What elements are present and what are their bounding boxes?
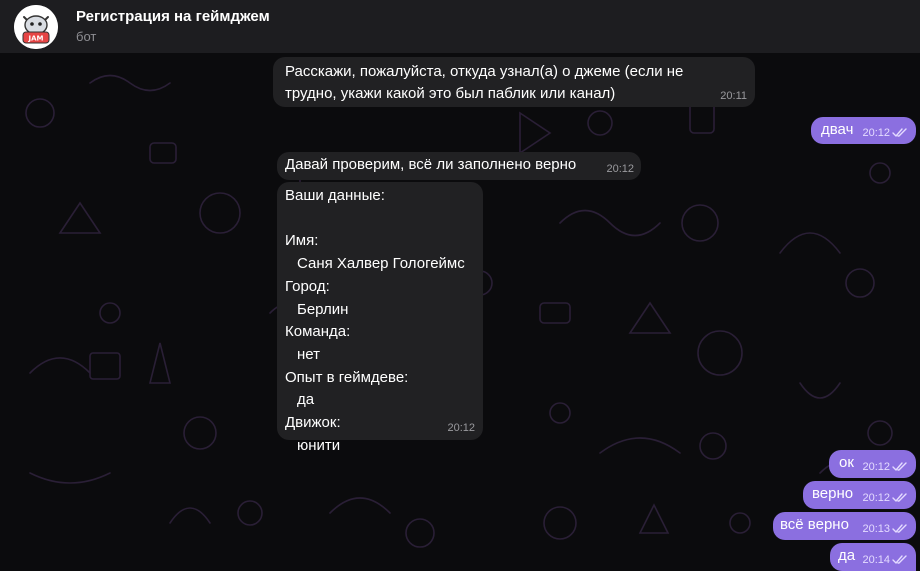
summary-field-value-name: Саня Халвер Гологеймс bbox=[297, 255, 465, 273]
incoming-message[interactable]: Давай проверим, всё ли заполнено верно 2… bbox=[277, 152, 641, 180]
message-time: 20:12 bbox=[447, 422, 475, 434]
message-text-line: трудно, укажи какой это был паблик или к… bbox=[285, 85, 616, 102]
message-list[interactable]: Расскажи, пожалуйста, откуда узнал(а) о … bbox=[0, 53, 920, 571]
summary-message[interactable]: Ваши данные: Имя: Саня Халвер Гологеймс … bbox=[277, 182, 483, 454]
message-time: 20:12 bbox=[862, 492, 890, 504]
summary-field-value-engine: юнити bbox=[297, 436, 341, 454]
double-check-icon bbox=[892, 555, 907, 564]
message-time: 20:11 bbox=[720, 90, 747, 102]
summary-heading: Ваши данные: bbox=[285, 187, 385, 204]
double-check-icon bbox=[892, 128, 907, 137]
double-check-icon bbox=[892, 524, 907, 533]
incoming-message[interactable]: Расскажи, пожалуйста, откуда узнал(а) о … bbox=[273, 57, 755, 107]
chat-subtitle: бот bbox=[76, 29, 97, 44]
summary-field-label-city: Город: bbox=[285, 277, 330, 295]
avatar-logo-text: JAM bbox=[28, 35, 44, 43]
bot-avatar[interactable]: JAM bbox=[14, 5, 58, 49]
summary-field-value-team: нет bbox=[297, 345, 320, 363]
summary-field-label-experience: Опыт в геймдеве: bbox=[285, 368, 409, 386]
message-text: ок bbox=[839, 454, 854, 471]
summary-blank-line bbox=[285, 208, 483, 231]
outgoing-message[interactable]: ок 20:12 bbox=[829, 450, 916, 478]
chat-window: JAM Регистрация на геймджем бот Расскажи… bbox=[0, 0, 920, 571]
message-text: всё верно bbox=[780, 516, 849, 533]
chat-header[interactable]: JAM Регистрация на геймджем бот bbox=[0, 0, 920, 53]
message-time: 20:12 bbox=[862, 127, 890, 139]
outgoing-message[interactable]: двач 20:12 bbox=[811, 117, 916, 144]
message-text-line: Расскажи, пожалуйста, откуда узнал(а) о … bbox=[285, 63, 684, 80]
message-time: 20:13 bbox=[862, 523, 890, 535]
chat-title: Регистрация на геймджем bbox=[76, 8, 270, 25]
summary-field-value-city: Берлин bbox=[297, 300, 349, 318]
summary-field-value-experience: да bbox=[297, 391, 315, 409]
bot-avatar-logo: JAM bbox=[14, 5, 58, 49]
double-check-icon bbox=[892, 462, 907, 471]
message-text: Давай проверим, всё ли заполнено верно bbox=[285, 156, 577, 173]
message-text: верно bbox=[812, 485, 854, 502]
message-time: 20:12 bbox=[606, 163, 634, 175]
outgoing-message[interactable]: всё верно 20:13 bbox=[773, 512, 916, 540]
message-text: да bbox=[838, 547, 856, 564]
double-check-icon bbox=[892, 493, 907, 502]
message-time: 20:14 bbox=[862, 554, 890, 566]
summary-field-label-name: Имя: bbox=[285, 232, 319, 250]
outgoing-message[interactable]: да 20:14 bbox=[830, 543, 916, 571]
outgoing-message[interactable]: верно 20:12 bbox=[803, 481, 916, 509]
message-text: двач bbox=[821, 121, 854, 138]
message-time: 20:12 bbox=[862, 461, 890, 473]
summary-field-label-team: Команда: bbox=[285, 323, 351, 341]
